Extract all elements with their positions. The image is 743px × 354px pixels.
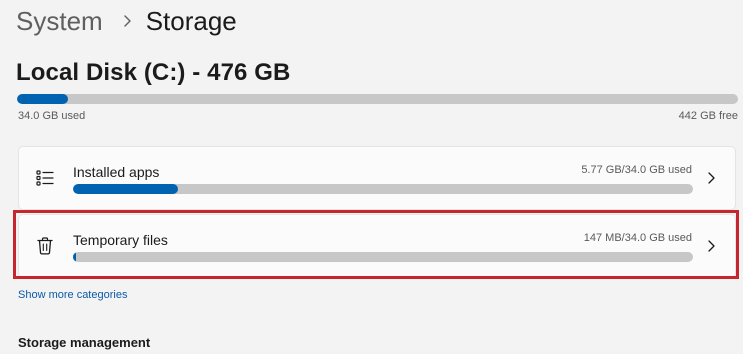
category-usage-fill (73, 252, 76, 262)
category-usage-bar (73, 252, 693, 262)
disk-used-label: 34.0 GB used (18, 110, 86, 122)
list-icon (35, 168, 55, 188)
category-size: 5.77 GB/34.0 GB used (581, 164, 692, 176)
category-installed-apps[interactable]: Installed apps 5.77 GB/34.0 GB used (18, 146, 736, 210)
category-label: Temporary files (73, 232, 168, 248)
chevron-right-icon (705, 239, 717, 253)
chevron-right-icon (705, 171, 717, 185)
disk-usage-bar (17, 94, 738, 104)
category-usage-fill (73, 184, 179, 194)
disk-free-label: 442 GB free (678, 110, 738, 122)
show-more-categories-link[interactable]: Show more categories (18, 288, 127, 302)
category-temporary-files[interactable]: Temporary files 147 MB/34.0 GB used (18, 214, 736, 278)
category-usage-bar (73, 184, 693, 194)
page-title: Storage (145, 6, 237, 36)
category-size: 147 MB/34.0 GB used (583, 232, 692, 244)
breadcrumb: System Storage (16, 4, 237, 38)
breadcrumb-system-link[interactable]: System (16, 4, 103, 38)
disk-usage-fill (17, 94, 69, 104)
disk-title: Local Disk (C:) - 476 GB (16, 59, 291, 86)
chevron-right-icon (123, 14, 132, 28)
category-label: Installed apps (73, 164, 160, 180)
storage-management-heading: Storage management (18, 335, 151, 350)
trash-icon (35, 236, 55, 256)
